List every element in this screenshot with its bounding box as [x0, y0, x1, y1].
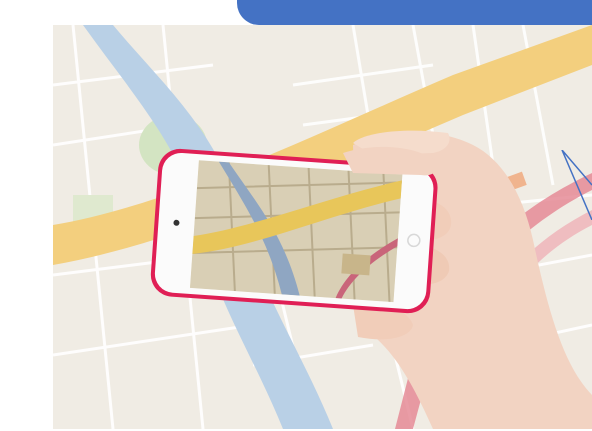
map-phone-photo [53, 25, 592, 429]
phone-screen-map [189, 160, 403, 303]
top-banner [237, 0, 592, 25]
callout-pointer-icon [560, 149, 592, 221]
